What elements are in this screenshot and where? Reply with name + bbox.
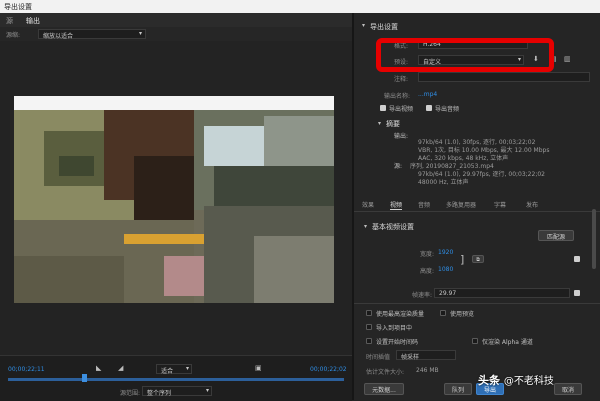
height-label: 高度: [420,268,435,275]
summary-source-label: 源: [394,163,403,170]
use-previews-checkbox[interactable] [440,310,446,316]
watermark-prefix: 头条 [478,374,504,387]
width-label: 宽度: [420,251,435,258]
export-audio-checkbox[interactable] [426,105,432,111]
export-video-checkbox[interactable] [380,105,386,111]
set-start-timecode-label: 设置开始时间码 [376,339,419,346]
output-name-link[interactable]: ...mp4 [418,91,437,98]
safe-margin-icon[interactable]: ▣ [255,364,262,372]
output-name-label: 输出名称: [384,93,411,100]
source-range-dropdown[interactable]: 整个序列 ▾ [142,386,212,397]
use-previews-label: 使用预览 [450,311,475,318]
collapse-arrow-icon[interactable]: ▾ [362,22,365,29]
tab-audio[interactable]: 音频 [418,200,430,209]
match-source-button[interactable]: 匹配源 [538,230,574,241]
comments-label: 注释: [394,76,409,83]
height-value[interactable]: 1080 [438,266,453,273]
preview-region [124,234,204,244]
fps-label: 帧速率: [412,292,433,299]
link-bracket-icon[interactable]: ] [460,253,464,266]
timeline-panel: 00;00;22;11 ◣ ◢ 适合 ▾ ▣ 00;00;22;02 源范围: … [0,355,352,401]
tab-video[interactable]: 视频 [390,200,403,210]
fps-auto-checkbox[interactable] [574,290,580,296]
max-render-quality-label: 使用最高渲染质量 [376,311,425,318]
watermark-handle: @不老科技 [503,376,554,387]
scrollbar-thumb[interactable] [592,209,596,269]
queue-button[interactable]: 队列 [444,383,472,395]
export-settings-header: 导出设置 [370,23,398,31]
timeline-track[interactable] [8,378,344,381]
source-scaling-value: 缩放以适合 [43,33,74,40]
video-preview [14,96,334,303]
render-alpha-checkbox[interactable] [472,338,478,344]
mark-out-icon[interactable]: ◢ [118,364,123,372]
window-title: 导出设置 [4,3,32,11]
set-start-timecode-checkbox[interactable] [366,338,372,344]
delete-preset-icon[interactable]: ▥ [564,55,571,63]
summary-header: 摘要 [386,120,400,128]
preview-region [204,126,264,166]
chevron-down-icon: ▾ [185,365,189,372]
zoom-fit-dropdown[interactable]: 适合 ▾ [156,364,192,375]
preview-region [59,156,94,176]
source-range-label: 源范围: [120,390,141,397]
file-size-value: 246 MB [416,367,439,374]
tab-multiplexer[interactable]: 多路复用器 [446,200,476,209]
chevron-down-icon: ▾ [205,387,209,394]
basic-video-header: 基本视频设置 [372,223,414,231]
time-interp-dropdown[interactable]: 帧采样 [396,350,456,361]
watermark: 头条 @不老科技 [478,372,554,388]
render-alpha-label: 仅渲染 Alpha 通道 [482,339,533,346]
preview-region [214,166,334,206]
tab-publish[interactable]: 发布 [526,200,538,209]
preview-region [14,256,124,303]
start-timecode[interactable]: 00;00;22;11 [8,366,45,373]
summary-output-label: 输出: [394,133,409,140]
time-interp-label: 时间插值 [366,354,391,361]
preview-region [254,236,334,303]
collapse-arrow-icon[interactable]: ▾ [364,223,367,230]
source-range-value: 整个序列 [147,390,172,397]
end-timecode: 00;00;22;02 [310,366,347,373]
export-audio-label: 导出音频 [435,106,460,113]
preview-region [164,256,204,296]
zoom-fit-value: 适合 [161,368,174,375]
time-interp-value: 帧采样 [401,354,420,361]
playhead-handle[interactable] [82,374,87,382]
summary-source-line2: 48000 Hz, 立体声 [418,179,469,186]
source-scaling-dropdown[interactable]: 缩放以适合 ▾ [38,29,146,40]
metadata-button[interactable]: 元数据... [364,383,404,395]
comments-input[interactable] [418,72,590,82]
width-auto-checkbox[interactable] [574,256,580,262]
collapse-arrow-icon[interactable]: ▾ [378,120,381,127]
chevron-down-icon: ▾ [138,30,142,37]
import-into-project-checkbox[interactable] [366,324,372,330]
cancel-button[interactable]: 取消 [554,383,582,395]
tab-effects[interactable]: 效果 [362,200,374,209]
import-into-project-label: 导入到项目中 [376,325,413,332]
tab-source[interactable]: 源 [6,16,13,26]
export-video-label: 导出视频 [389,106,414,113]
preview-top-bar [14,96,334,110]
title-bar: 导出设置 [0,0,600,13]
settings-tabs: 效果 视频 音频 多路复用器 字幕 发布 [354,198,600,212]
width-value[interactable]: 1920 [438,249,453,256]
source-scaling-label: 源缩: [6,32,21,39]
chain-link-icon[interactable]: ⧉ [472,255,484,263]
section-divider [354,303,600,304]
left-tab-row: 源 输出 [0,13,352,28]
fps-value: 29.97 [439,290,457,297]
max-render-quality-checkbox[interactable] [366,310,372,316]
mark-in-icon[interactable]: ◣ [96,364,101,372]
tab-captions[interactable]: 字幕 [494,200,506,209]
file-size-label: 估计文件大小: [366,369,405,376]
source-scaling-row: 源缩: 缩放以适合 ▾ [0,27,352,41]
highlight-annotation [376,38,554,72]
fps-dropdown[interactable]: 29.97 [434,288,570,298]
